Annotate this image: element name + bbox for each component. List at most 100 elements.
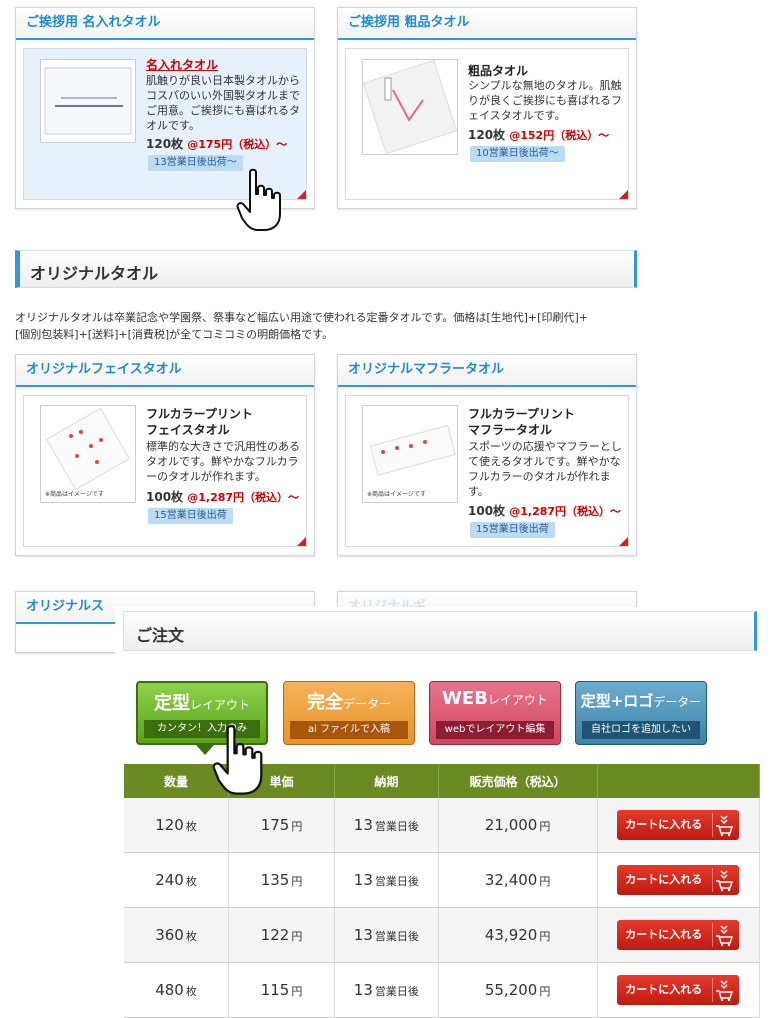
add-to-cart-button[interactable]: カートに入れる [617, 865, 740, 895]
cell-qty: 240 枚 [124, 852, 230, 908]
section-description-line: [個別包装料]+[送料]+[消費税]が全てコミコミの明朗価格です。 [15, 328, 334, 341]
cell-unit-price: 115 円 [228, 962, 335, 1018]
layout-button-web[interactable]: WEBレイアウト webでレイアウト編集 [429, 681, 561, 745]
image-note: ※商品はイメージです [367, 490, 426, 498]
product-card-face-towel[interactable]: オリジナルフェイスタオル ※商品はイメージです フルカラープリント フェイスタオル… [15, 354, 315, 556]
order-header: ご注文 [123, 611, 757, 651]
product-image [362, 59, 458, 155]
product-card-muffler-towel[interactable]: オリジナルマフラータオル ※商品はイメージです フルカラープリント マフラータオル… [337, 354, 637, 556]
product-price: 120枚 @175円（税込）～ [146, 135, 287, 152]
section-header-original: オリジナルタオル [15, 250, 637, 288]
cart-button-label: カートに入れる [625, 873, 703, 886]
layout-button-label: WEBレイアウト [442, 688, 548, 709]
col-cart [597, 764, 760, 798]
cell-cart: カートに入れる [597, 907, 760, 963]
shipping-badge: 10営業日後出荷～ [470, 146, 565, 162]
order-title: ご注文 [136, 626, 185, 645]
product-title-line: マフラータオル [468, 423, 553, 437]
corner-arrow-icon [619, 537, 628, 546]
col-lead-time: 納期 [334, 764, 439, 798]
cell-total: 55,200 円 [438, 962, 598, 1018]
cart-button-label: カートに入れる [625, 818, 703, 831]
layout-button-label: 完全データー [306, 692, 391, 713]
cell-qty: 120 枚 [124, 798, 230, 853]
card-header: ご挨拶用 粗品タオル [338, 8, 636, 40]
corner-arrow-icon [297, 190, 306, 199]
card-body[interactable]: 粗品タオル シンプルな無地のタオル。肌触りが良くご挨拶にも喜ばれるフェイスタオル… [345, 48, 629, 200]
product-title[interactable]: 粗品タオル [468, 63, 528, 79]
section-description: オリジナルタオルは卒業記念や学園祭、祭事など幅広い用途で使われる定番タオルです。… [15, 309, 588, 343]
layout-button-sub: webでレイアウト編集 [436, 721, 554, 739]
section-title: オリジナルタオル [30, 264, 159, 283]
col-total-price: 販売価格（税込） [438, 764, 598, 798]
hand-cursor-icon [212, 725, 263, 795]
product-description: シンプルな無地のタオル。肌触りが良くご挨拶にも喜ばれるフェイスタオルです。 [468, 79, 622, 122]
hand-cursor-icon [236, 168, 281, 231]
product-title-line: フルカラープリント [468, 407, 575, 421]
product-description: 肌触りが良い日本製タオルからコスパのいい外国製タオルまでご用意。ご挨拶にも喜ばれ… [146, 74, 300, 132]
card-header: ご挨拶用 名入れタオル [16, 8, 314, 40]
card-body[interactable]: ※商品はイメージです フルカラープリント フェイスタオル 標準的な大きさで汎用性の… [23, 395, 307, 547]
shipping-badge: 15営業日後出荷 [470, 522, 555, 538]
cell-total: 21,000 円 [438, 798, 598, 853]
layout-button-label: 定型レイアウト [153, 693, 250, 714]
card-body[interactable]: ※商品はイメージです フルカラープリント マフラータオル スポーツの応援やマフラー… [345, 395, 629, 547]
add-to-cart-button[interactable]: カートに入れる [617, 920, 740, 950]
cart-icon [712, 813, 735, 837]
table-row: 120 枚 175 円 13 営業日後 21,000 円 カートに入れる [124, 798, 760, 853]
product-image: ※商品はイメージです [40, 405, 136, 503]
cart-icon [712, 978, 735, 1002]
add-to-cart-button[interactable]: カートに入れる [617, 810, 740, 840]
layout-button-label: 定型+ロゴデーター [580, 692, 702, 710]
cell-cart: カートに入れる [597, 852, 760, 908]
cell-qty: 360 枚 [124, 907, 230, 963]
cart-icon [712, 868, 735, 892]
product-title-line: フェイスタオル [146, 423, 230, 437]
cell-cart: カートに入れる [597, 962, 760, 1018]
layout-button-complete-data[interactable]: 完全データー ai ファイルで入稿 [283, 681, 415, 745]
price-value: @1,287円（税込）～ [509, 505, 622, 518]
shipping-badge: 15営業日後出荷 [148, 508, 233, 524]
cell-qty: 480 枚 [124, 962, 230, 1018]
corner-arrow-icon [619, 190, 628, 199]
product-card-gift-towel[interactable]: ご挨拶用 粗品タオル 粗品タオル シンプルな無地のタオル。肌触りが良くご挨拶にも… [337, 7, 637, 209]
product-title[interactable]: フルカラープリント マフラータオル [468, 406, 575, 438]
product-description: スポーツの応援やマフラーとして使えるタオルです。鮮やかなフルカラーのタオルが作れ… [468, 440, 622, 498]
product-image: ※商品はイメージです [362, 405, 458, 503]
product-description: 標準的な大きさで汎用性のあるタオルです。鮮やかなフルカラーのタオルが作れます。 [146, 440, 300, 483]
product-image [40, 59, 136, 143]
cart-button-label: カートに入れる [625, 983, 703, 996]
price-qty: 100枚 [146, 490, 184, 504]
image-note: ※商品はイメージです [45, 490, 104, 498]
cart-button-label: カートに入れる [625, 928, 703, 941]
product-title-line: フルカラープリント [146, 407, 253, 421]
layout-button-sub: 自社ロゴを追加したい [582, 721, 700, 739]
product-price: 100枚 @1,287円（税込）～ [146, 488, 299, 505]
price-value: @1,287円（税込）～ [187, 491, 300, 504]
card-header: オリジナルマフラータオル [338, 355, 636, 387]
cell-total: 32,400 円 [438, 852, 598, 908]
price-value: @175円（税込）～ [187, 138, 288, 151]
add-to-cart-button[interactable]: カートに入れる [617, 975, 740, 1005]
layout-button-sub: ai ファイルで入稿 [290, 721, 408, 739]
card-header: オリジナルフェイスタオル [16, 355, 314, 387]
price-qty: 120枚 [146, 137, 184, 151]
cell-days: 13 営業日後 [334, 852, 439, 908]
cell-days: 13 営業日後 [334, 907, 439, 963]
layout-button-logo[interactable]: 定型+ロゴデーター 自社ロゴを追加したい [575, 681, 707, 745]
cell-total: 43,920 円 [438, 907, 598, 963]
price-value: @152円（税込）～ [509, 129, 610, 142]
price-qty: 100枚 [468, 504, 506, 518]
section-description-line: オリジナルタオルは卒業記念や学園祭、祭事など幅広い用途で使われる定番タオルです。… [15, 311, 588, 324]
product-title[interactable]: フルカラープリント フェイスタオル [146, 406, 253, 438]
cell-days: 13 営業日後 [334, 798, 439, 853]
table-row: 360 枚 122 円 13 営業日後 43,920 円 カートに入れる [124, 907, 760, 963]
cell-days: 13 営業日後 [334, 962, 439, 1018]
cell-unit-price: 175 円 [228, 798, 335, 853]
cart-icon [712, 923, 735, 947]
product-title-link[interactable]: 名入れタオル [146, 57, 218, 73]
cell-unit-price: 135 円 [228, 852, 335, 908]
table-row: 240 枚 135 円 13 営業日後 32,400 円 カートに入れる [124, 852, 760, 908]
cell-unit-price: 122 円 [228, 907, 335, 963]
cell-cart: カートに入れる [597, 798, 760, 853]
